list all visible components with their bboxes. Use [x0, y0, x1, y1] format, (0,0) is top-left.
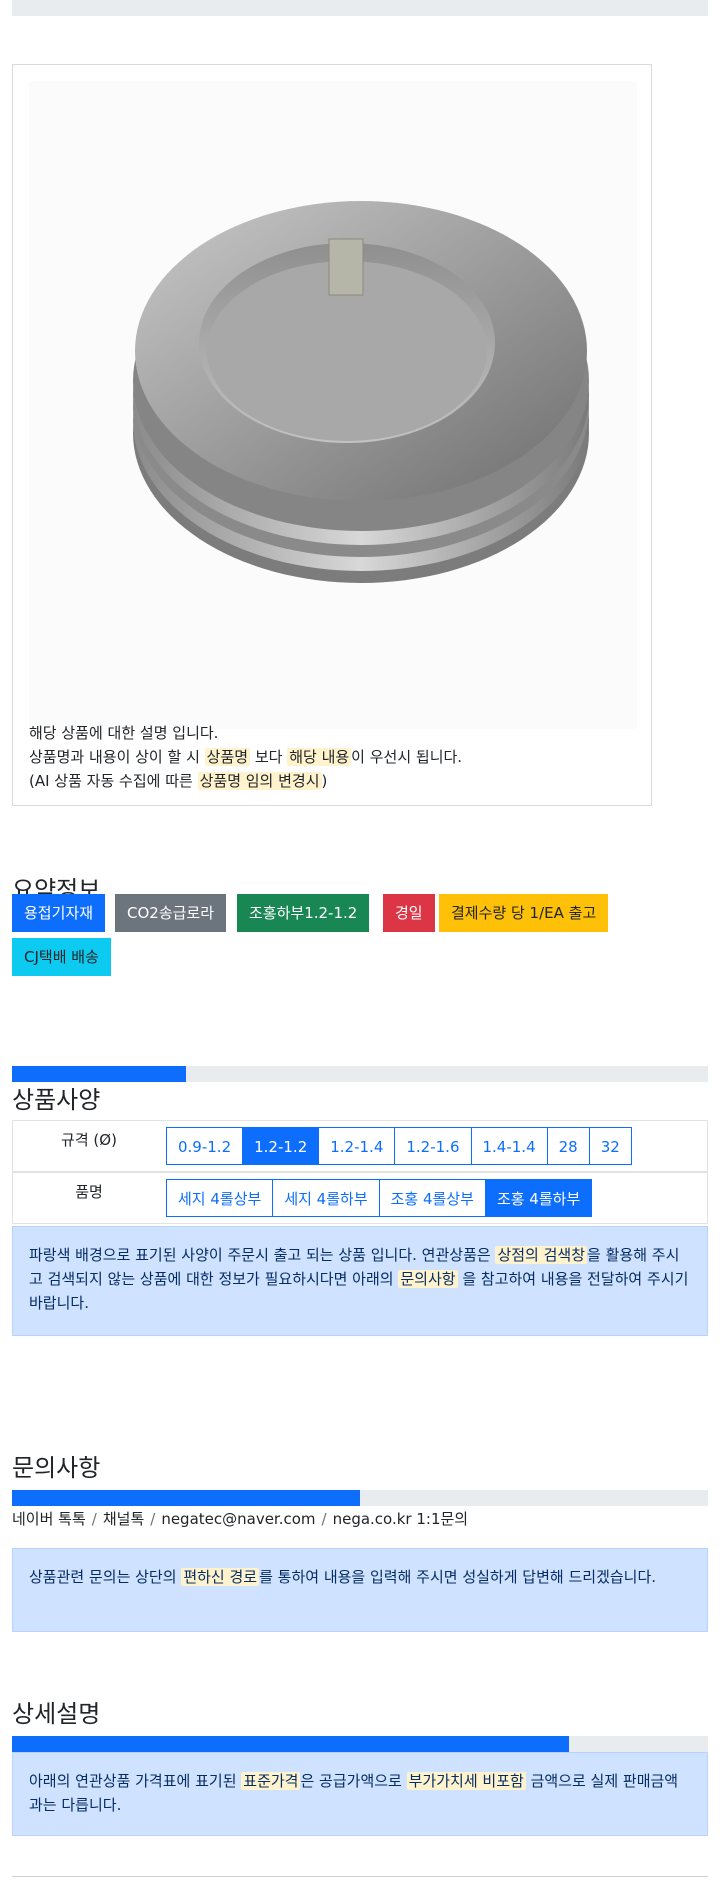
badge-quantity: 결제수량 당 1/EA 출고: [439, 894, 609, 932]
spec-option[interactable]: 1.2-1.4: [318, 1127, 396, 1165]
spec-option[interactable]: 1.2-1.2: [242, 1127, 320, 1165]
detail-progress-bar: [12, 1736, 708, 1752]
product-description: 해당 상품에 대한 설명 입니다. 상품명과 내용이 상이 할 시 상품명 보다…: [29, 721, 462, 793]
contact-channels: 네이버 톡톡 / 채널톡 / negatec@naver.com / nega.co.kr …: [12, 1508, 468, 1529]
description-text: 상품명과 내용이 상이 할 시: [29, 748, 205, 766]
contact-email[interactable]: negatec@naver.com: [161, 1510, 315, 1528]
separator: /: [150, 1510, 156, 1528]
highlight-name-change: 상품명 임의 변경시: [197, 772, 322, 790]
spec-option[interactable]: 조홍 4롤상부: [378, 1179, 486, 1217]
detail-notice: 아래의 연관상품 가격표에 표기된 표준가격 은 공급가액으로 부가가치세 비포함…: [12, 1752, 708, 1836]
spec-option[interactable]: 1.2-1.6: [394, 1127, 472, 1165]
product-card: 해당 상품에 대한 설명 입니다. 상품명과 내용이 상이 할 시 상품명 보다…: [12, 64, 652, 806]
specs-title: 상품사양: [12, 1086, 101, 1114]
spec-option[interactable]: 세지 4롤하부: [272, 1179, 380, 1217]
highlight-standard-price: 표준가격: [241, 1772, 301, 1790]
inquiry-progress-bar: [12, 1490, 708, 1506]
notice-text: 아래의 연관상품 가격표에 표기된: [29, 1772, 242, 1790]
notice-text: 를 통하여 내용을 입력해 주시면 성실하게 답변해 드리겠습니다.: [259, 1568, 657, 1586]
highlight-inquiry: 문의사항: [398, 1270, 458, 1288]
separator: /: [91, 1510, 97, 1528]
spec-option[interactable]: 0.9-1.2: [166, 1127, 244, 1165]
description-text: 이 우선시 됩니다.: [351, 748, 463, 766]
notice-text: 상품관련 문의는 상단의: [29, 1568, 182, 1586]
spec-option[interactable]: 조홍 4롤하부: [484, 1179, 593, 1217]
description-text: ): [321, 772, 328, 790]
description-line-3: (AI 상품 자동 수집에 따른 상품명 임의 변경시): [29, 769, 462, 793]
highlight-vat-excluded: 부가가치세 비포함: [406, 1772, 526, 1790]
spec-label-size: 규격 (Ø): [61, 1131, 117, 1149]
contact-channel-talk[interactable]: 채널톡: [103, 1510, 144, 1528]
badge-category: 용접기자재: [12, 894, 106, 932]
spec-row-size: 규격 (Ø) 0.9-1.2 1.2-1.2 1.2-1.4 1.2-1.6 1…: [12, 1120, 708, 1172]
origin-divider: [12, 1876, 708, 1877]
spec-options-size: 0.9-1.2 1.2-1.2 1.2-1.4 1.2-1.6 1.4-1.4 …: [166, 1127, 632, 1165]
product-image: [29, 81, 637, 729]
highlight-content: 해당 내용: [287, 748, 352, 766]
highlight-preferred-route: 편하신 경로: [181, 1568, 260, 1586]
description-text: 보다: [250, 748, 288, 766]
badge-model: 조홍하부1.2-1.2: [237, 894, 370, 932]
spec-option[interactable]: 32: [588, 1127, 632, 1165]
spec-option[interactable]: 1.4-1.4: [470, 1127, 548, 1165]
top-divider-bar: [12, 0, 708, 16]
description-text: (AI 상품 자동 수집에 따른: [29, 772, 198, 790]
description-line-2: 상품명과 내용이 상이 할 시 상품명 보다 해당 내용 이 우선시 됩니다.: [29, 745, 462, 769]
description-line-1: 해당 상품에 대한 설명 입니다.: [29, 724, 219, 742]
inquiry-title: 문의사항: [12, 1454, 101, 1482]
feeder-roller-illustration: [133, 201, 589, 583]
spec-option[interactable]: 28: [546, 1127, 590, 1165]
spec-row-name: 품명 세지 4롤상부 세지 4롤하부 조홍 4롤상부 조홍 4롤하부: [12, 1172, 708, 1224]
highlight-search-box: 상점의 검색창: [495, 1246, 588, 1264]
notice-text: 은 공급가액으로: [300, 1772, 407, 1790]
badge-subcategory: CO2송급로라: [115, 894, 227, 932]
inquiry-progress-fill: [12, 1490, 360, 1506]
notice-text: 파랑색 배경으로 표기된 사양이 주문시 출고 되는 상품 입니다. 연관상품은: [29, 1246, 496, 1264]
badge-brand: 경일: [383, 894, 435, 932]
spec-label-name: 품명: [75, 1183, 103, 1201]
inquiry-notice: 상품관련 문의는 상단의 편하신 경로 를 통하여 내용을 입력해 주시면 성실하…: [12, 1548, 708, 1632]
specs-progress-bar: [12, 1066, 708, 1082]
highlight-product-name: 상품명: [204, 748, 251, 766]
specs-notice: 파랑색 배경으로 표기된 사양이 주문시 출고 되는 상품 입니다. 연관상품은…: [12, 1226, 708, 1336]
separator: /: [321, 1510, 327, 1528]
badge-shipping: CJ택배 배송: [12, 938, 111, 976]
contact-naver-talk[interactable]: 네이버 톡톡: [12, 1510, 86, 1528]
spec-options-name: 세지 4롤상부 세지 4롤하부 조홍 4롤상부 조홍 4롤하부: [166, 1179, 593, 1217]
contact-website-inquiry[interactable]: nega.co.kr 1:1문의: [333, 1510, 469, 1528]
spec-option[interactable]: 세지 4롤상부: [166, 1179, 274, 1217]
detail-title: 상세설명: [12, 1700, 101, 1728]
detail-progress-fill: [12, 1736, 569, 1752]
